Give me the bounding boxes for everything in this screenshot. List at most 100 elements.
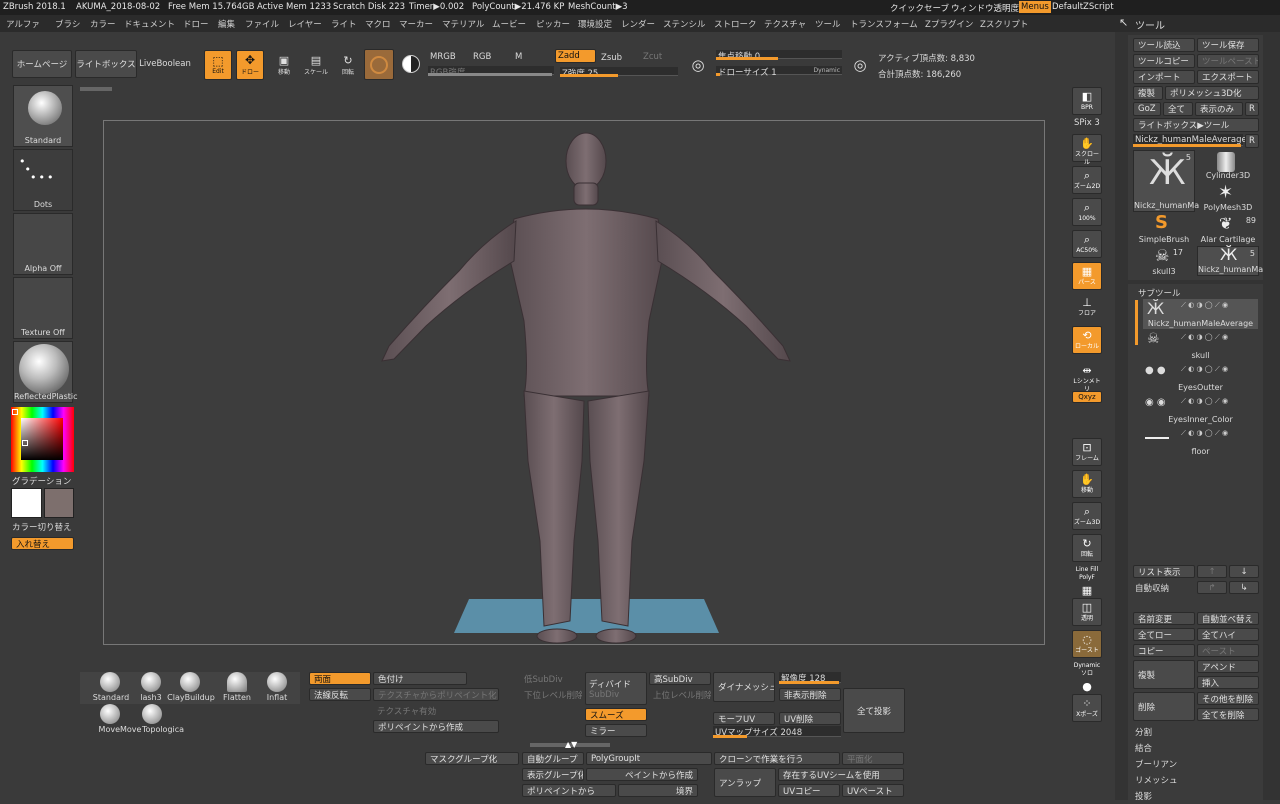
save-tool-button[interactable]: ツール保存 [1197,38,1259,52]
menu-edit[interactable]: 編集 [218,18,235,30]
colorize-button[interactable]: 色付け [373,672,467,685]
rename-button[interactable]: 名前変更 [1133,612,1195,625]
divide-button[interactable]: ディバイド SubDiv [585,672,647,705]
from-polypaint-button[interactable]: ポリペイントから [522,784,616,797]
move-button[interactable]: ▣ 移動 [270,50,298,80]
redo-arrow-icon[interactable]: ↱ [1197,581,1227,594]
menus-toggle[interactable]: Menus [1019,1,1051,13]
tool-thumb-human-2[interactable]: Ӂ 5 Nickz_humanMa [1197,245,1263,276]
zoom100-icon[interactable]: ⌕ 100% [1072,198,1102,226]
menu-macro[interactable]: マクロ [365,18,391,30]
floor-icon[interactable]: ⊥ フロア [1072,294,1102,322]
menu-texture[interactable]: テクスチャ [764,18,806,30]
menu-transform[interactable]: トランスフォーム [850,18,918,30]
delete-all-button[interactable]: 全てを削除 [1197,708,1259,721]
delete-hidden-button[interactable]: 非表示削除 [779,688,841,701]
brush-dam[interactable]: lash3 [138,672,164,702]
pin-icon[interactable]: ↖ [1119,16,1128,29]
down-right-arrow-icon[interactable]: ↳ [1229,581,1259,594]
menu-preferences[interactable]: 環境設定 [578,18,612,30]
rgb-intensity-slider[interactable]: RGB強度 [428,66,554,78]
resolution-slider[interactable]: 解像度 128 [779,672,841,684]
zadd-button[interactable]: Zadd [555,49,596,63]
brush-move[interactable]: MoveMove [95,704,145,734]
human-model-viewport[interactable] [104,121,1044,644]
color-picker-ring[interactable] [11,407,74,472]
solo-icon[interactable]: Dynamic ソロ ● [1072,662,1102,693]
human-male-mesh[interactable] [381,132,791,644]
border-button[interactable]: 境界 [618,784,698,797]
subtool-item-human[interactable]: Ӂ ⟋ ◐ ◑ ◯ ⟋ ◉ Nickz_humanMaleAverage [1143,299,1258,329]
menu-alpha[interactable]: アルファ [6,18,40,30]
import-button[interactable]: インポート [1133,70,1195,84]
brush-inflat[interactable]: Inflat [258,672,296,702]
subtool-item-skull[interactable]: ☠ ⟋ ◐ ◑ ◯ ⟋ ◉ skull [1143,331,1258,361]
visible-group-button[interactable]: 表示グループ化 [522,768,584,781]
menu-tool[interactable]: ツール [815,18,841,30]
menu-stroke[interactable]: ストローク [714,18,757,30]
scroll-icon[interactable]: ✋ スクロール [1072,134,1102,166]
paste-tool-button[interactable]: ツールペースト [1197,54,1259,68]
menu-picker[interactable]: ピッカー [536,18,570,30]
bpr-icon[interactable]: ◧ BPR [1072,87,1102,115]
subtool-visibility-icons[interactable]: ⟋ ◐ ◑ ◯ ⟋ ◉ [1181,365,1228,374]
menu-brush[interactable]: ブラシ [55,18,80,30]
auto-reorder-button[interactable]: 自動並べ替え [1197,612,1259,625]
material-selector[interactable]: ReflectedPlastic [13,341,78,403]
mirror-button[interactable]: ミラー [585,724,647,737]
subtool-scrollbar[interactable] [1135,300,1138,345]
quicksave-button[interactable]: クイックセーブ [890,2,949,14]
flatten-op-button[interactable]: 平面化 [842,752,904,765]
stroke-selector[interactable]: • • ••• Dots [13,149,73,211]
swap-color-button[interactable]: 入れ替え [11,537,74,550]
boolean-section[interactable]: ブーリアン [1135,758,1177,770]
unwrap-button[interactable]: アンラップ [714,768,776,797]
xpose-icon[interactable]: ⁘ Xポーズ [1072,694,1102,722]
local-icon[interactable]: ⟲ ローカル [1072,326,1102,354]
delete-button[interactable]: 削除 [1133,692,1195,721]
subtool-item-floor[interactable]: ⟋ ◐ ◑ ◯ ⟋ ◉ floor [1143,427,1258,457]
primary-color-swatch[interactable] [11,488,42,518]
subtool-visibility-icons[interactable]: ⟋ ◐ ◑ ◯ ⟋ ◉ [1181,301,1228,310]
merge-section[interactable]: 結合 [1135,742,1152,754]
tool-thumb-simplebrush[interactable]: S SimpleBrush [1133,212,1195,244]
goz-r-button[interactable]: R [1245,102,1259,116]
goz-visible-button[interactable]: 表示のみ [1195,102,1243,116]
brush-standard[interactable]: Standard [86,672,136,702]
brush-claybuildup[interactable]: ClayBuildup [166,672,216,702]
uv-paste-button[interactable]: UVペースト [842,784,904,797]
project-all-button[interactable]: 全て投影 [843,688,905,733]
window-transparency-button[interactable]: ウィンドウ透明度 [951,2,1019,14]
rgb-button[interactable]: RGB [473,52,491,62]
make-polymesh-button[interactable]: ポリメッシュ3D化 [1165,86,1259,100]
menu-material[interactable]: マテリアル [442,18,484,30]
current-tool-r-button[interactable]: R [1245,134,1259,148]
polypaint-from-button[interactable]: ポリペイントから作成 [373,720,499,733]
list-all-button[interactable]: リスト表示 [1133,565,1195,578]
brush-topological[interactable]: Topologica [140,704,186,734]
m-button[interactable]: M [515,52,522,62]
subtool-visibility-icons[interactable]: ⟋ ◐ ◑ ◯ ⟋ ◉ [1181,429,1228,438]
flip-normals-button[interactable]: 法線反転 [309,688,371,701]
subtool-visibility-icons[interactable]: ⟋ ◐ ◑ ◯ ⟋ ◉ [1181,333,1228,342]
secondary-color-swatch[interactable] [44,488,74,518]
use-uv-seam-button[interactable]: 存在するUVシームを使用 [778,768,904,781]
draw-size-slider[interactable]: ドローサイズ 1 Dynamic [716,66,842,78]
uv-map-size-slider[interactable]: UVマップサイズ 2048 [713,726,841,738]
morph-uv-button[interactable]: モーフUV [713,712,775,725]
zoom3d-icon[interactable]: ⌕ ズーム3D [1072,502,1102,530]
zoom2d-icon[interactable]: ⌕ ズーム2D [1072,166,1102,194]
dynamic-label[interactable]: Dynamic [814,67,840,74]
rotate-view-icon[interactable]: ↻ 回転 [1072,534,1102,562]
hue-marker[interactable] [12,409,18,415]
uv-copy-button[interactable]: UVコピー [778,784,840,797]
zcut-button[interactable]: Zcut [643,52,662,62]
color-picker-square[interactable] [21,418,63,460]
texture-to-polypaint-button[interactable]: テクスチャからポリペイント化 [373,688,499,701]
document-canvas[interactable] [103,120,1045,645]
project-section[interactable]: 投影 [1135,790,1152,802]
lower-subdiv-button[interactable]: 低SubDiv [520,672,582,685]
clone-work-button[interactable]: クローンで作業を行う [714,752,840,765]
gradient-label[interactable]: グラデーション [12,475,71,487]
double-sided-button[interactable]: 両面 [309,672,371,685]
